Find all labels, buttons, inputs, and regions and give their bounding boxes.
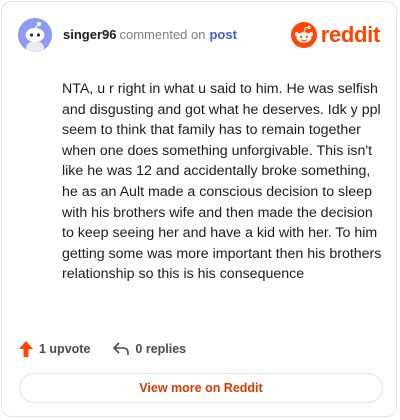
view-more-button[interactable]: View more on Reddit: [19, 373, 383, 403]
reddit-wordmark: reddit: [320, 22, 381, 47]
upvote-button[interactable]: 1 upvote: [18, 340, 90, 358]
action-text: commented on: [119, 27, 206, 42]
comment-meta: singer96 commented on post: [63, 28, 237, 42]
post-link[interactable]: post: [209, 27, 236, 42]
replies-button[interactable]: 0 replies: [112, 341, 186, 357]
comment-body: NTA, u r right in what u said to him. He…: [62, 81, 382, 283]
replies-count: 0 replies: [135, 342, 187, 356]
upvote-count: 1 upvote: [39, 342, 91, 356]
comment-header: singer96 commented on post reddit: [18, 18, 380, 52]
upvote-arrow-icon: [19, 341, 33, 357]
reddit-brand[interactable]: reddit: [290, 22, 381, 48]
reddit-logo-icon: [290, 22, 317, 48]
reply-arrow-icon: [113, 342, 130, 355]
snoo-avatar-icon[interactable]: [18, 18, 52, 52]
comment-actions: 1 upvote 0 replies: [18, 339, 186, 359]
comment-embed-card: singer96 commented on post reddit NTA, u r…: [1, 1, 397, 417]
username-link[interactable]: singer96: [63, 27, 116, 42]
